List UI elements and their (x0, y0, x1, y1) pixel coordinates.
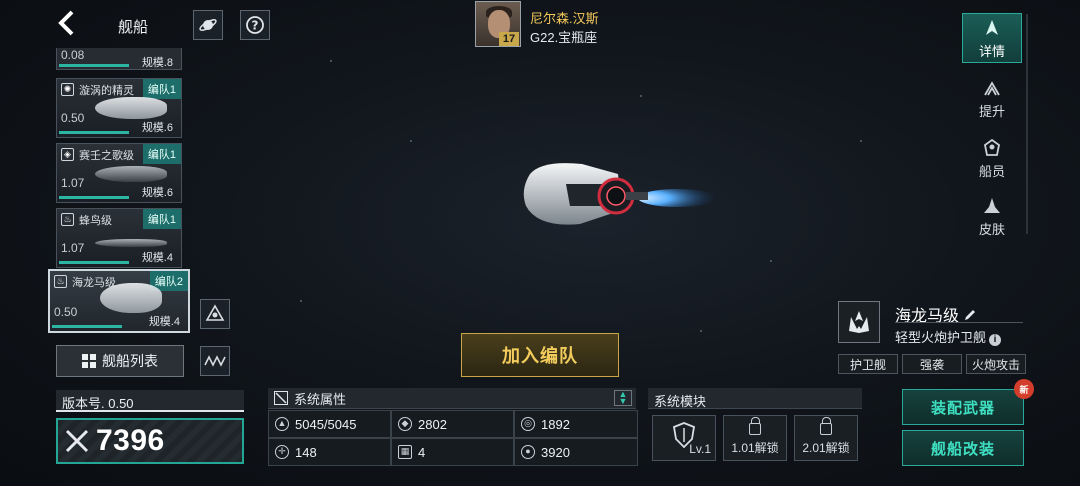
equip-weapons-button[interactable]: 装配武器 (902, 389, 1024, 425)
modules-header: 系统模块 (648, 388, 862, 409)
attribute-icon (274, 391, 288, 405)
list-item[interactable]: ♨ 蜂鸟级 编队1 1.07 规模.4 (56, 208, 182, 268)
attr-hull: ▲ 5045/5045 (268, 410, 391, 438)
ship-emblem-icon (849, 311, 869, 333)
vortex-icon: ✺ (61, 83, 74, 96)
target-icon: ✛ (275, 445, 289, 459)
tab-upgrade[interactable]: 提升 (962, 72, 1022, 122)
tab-skins[interactable]: 皮肤 (962, 190, 1022, 240)
ship-class-emblem (838, 301, 880, 343)
ship-model (523, 163, 718, 225)
list-item[interactable]: 0.08 规模.8 (56, 48, 182, 70)
skin-icon (984, 198, 1000, 213)
modify-ship-button[interactable]: 舰船改装 (902, 430, 1024, 466)
sort-toggle-button[interactable]: ▲ ▼ (614, 390, 632, 406)
shield-icon: ◈ (61, 148, 74, 161)
combat-power: 7396 (56, 418, 244, 464)
formation-icon (205, 304, 225, 321)
ship-emblem-icon (986, 20, 998, 35)
hull-icon: ▲ (275, 417, 289, 431)
page-title: 舰船 (118, 19, 149, 36)
ship-thumbnail (95, 166, 167, 182)
lock-icon (749, 417, 761, 435)
grid-icon (82, 354, 96, 368)
module-slot-3[interactable]: 2.01解锁 (794, 415, 858, 461)
filter-button[interactable] (200, 346, 230, 376)
attr-shield: ◎ 1892 (514, 410, 638, 438)
module-slot-1[interactable]: Lv.1 (652, 415, 716, 461)
lock-icon (820, 417, 832, 435)
tag-assault: 强袭 (902, 354, 962, 374)
level-badge: 17 (499, 32, 519, 46)
energy-icon: ● (521, 445, 535, 459)
join-fleet-button[interactable]: 加入编队 (461, 333, 619, 377)
attr-energy: ● 3920 (514, 438, 638, 466)
wave-icon (204, 355, 226, 367)
attr-armor: ◆ 2802 (391, 410, 514, 438)
attributes-header: 系统属性 ▲ ▼ (268, 388, 636, 409)
list-item[interactable]: ◈ 赛壬之歌级 编队1 1.07 规模.6 (56, 143, 182, 203)
armor-icon: ◆ (398, 417, 412, 431)
version-label: 版本号. 0.50 (56, 390, 244, 412)
crossed-swords-icon (65, 429, 89, 453)
planet-icon (199, 19, 217, 31)
attr-speed: ✛ 148 (268, 438, 391, 466)
checker-icon: ▦ (398, 445, 412, 459)
info-icon[interactable]: i (989, 334, 1002, 346)
fleet-badge: 编队1 (142, 144, 181, 164)
tab-details[interactable]: 详情 (962, 13, 1022, 63)
upgrade-icon (984, 81, 1000, 96)
help-button[interactable]: ? (240, 10, 270, 40)
crew-icon (984, 139, 1000, 156)
chevron-left-icon (58, 10, 74, 36)
question-icon: ? (246, 16, 264, 34)
fleet-badge: 编队1 (142, 209, 181, 229)
ship-list-button[interactable]: 舰船列表 (56, 345, 184, 377)
list-item-selected[interactable]: ♨ 海龙马级 编队2 0.50 规模.4 (48, 269, 190, 333)
back-button[interactable] (56, 10, 82, 38)
edit-pencil-icon[interactable] (963, 308, 977, 322)
ship-thumbnail (95, 97, 167, 119)
attributes-grid: ▲ 5045/5045 ◆ 2802 ◎ 1892 ✛ 148 ▦ 4 ● 3920 (268, 410, 638, 466)
list-item[interactable]: ✺ 漩涡的精灵 编队1 0.50 规模.6 (56, 78, 182, 138)
avatar[interactable]: 17 (475, 1, 521, 47)
fleet-assign-button[interactable] (200, 299, 230, 329)
ship-class: 轻型火炮护卫舰 i (895, 327, 1002, 346)
flame-icon: ♨ (54, 275, 67, 288)
location-label: G22.宝瓶座 (530, 30, 598, 45)
fleet-badge: 编队1 (142, 79, 181, 99)
commander-name: 尼尔森.汉斯 (530, 11, 599, 26)
shield-icon: ◎ (521, 417, 535, 431)
planet-button[interactable] (193, 10, 223, 40)
attr-slots: ▦ 4 (391, 438, 514, 466)
svg-text:?: ? (252, 19, 259, 33)
new-badge: 新 (1014, 379, 1034, 399)
tab-crew[interactable]: 船员 (962, 132, 1022, 182)
ship-thumbnail (100, 283, 162, 313)
tag-escort: 护卫舰 (838, 354, 898, 374)
tag-artillery: 火炮攻击 (966, 354, 1026, 374)
module-slot-2[interactable]: 1.01解锁 (723, 415, 787, 461)
ship-thumbnail (95, 239, 167, 247)
flame-icon: ♨ (61, 213, 74, 226)
